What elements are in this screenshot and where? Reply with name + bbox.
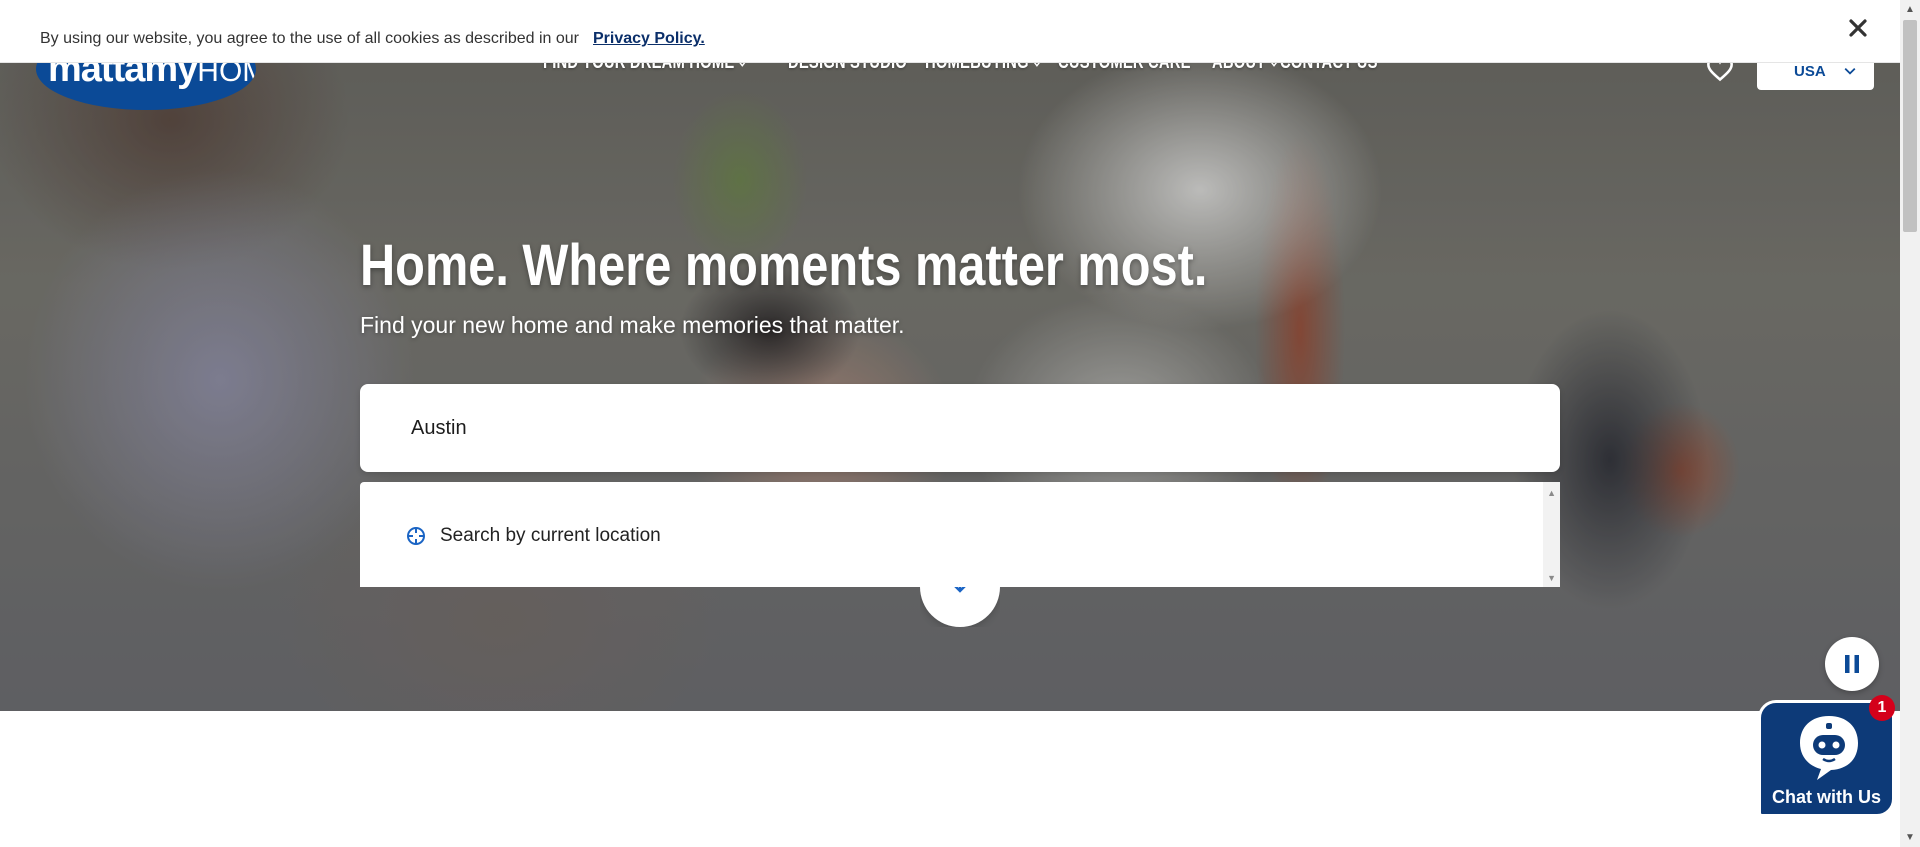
scrollbar-thumb[interactable] (1903, 20, 1917, 232)
crosshair-icon (407, 527, 425, 545)
pause-icon (1845, 655, 1859, 673)
scroll-down-arrow-icon[interactable]: ▼ (1905, 832, 1915, 843)
search-suggestions-dropdown: Search by current location ▲ ▼ (360, 482, 1560, 587)
location-search-input[interactable]: Austin (360, 384, 1560, 472)
pause-video-button[interactable] (1825, 637, 1879, 691)
hero-subtitle: Find your new home and make memories tha… (360, 312, 905, 338)
scroll-down-arrow-icon[interactable]: ▼ (1547, 573, 1556, 583)
scroll-up-arrow-icon[interactable]: ▲ (1547, 488, 1556, 498)
country-value: USA (1794, 62, 1826, 80)
scroll-up-arrow-icon[interactable]: ▲ (1905, 4, 1915, 15)
search-value: Austin (411, 417, 467, 439)
hero-banner: mattamyHOMES FIND YOUR DREAM HOME DESIGN… (0, 0, 1900, 711)
page-scrollbar[interactable]: ▲ ▼ (1900, 0, 1920, 847)
suggestion-current-location[interactable]: Search by current location (440, 525, 661, 547)
cookie-text: By using our website, you agree to the u… (40, 30, 579, 47)
chevron-down-icon (1844, 67, 1856, 75)
dropdown-scrollbar[interactable]: ▲ ▼ (1543, 482, 1560, 587)
hero-title: Home. Where moments matter most. (360, 233, 1208, 298)
cookie-banner: By using our website, you agree to the u… (0, 0, 1900, 63)
chat-notification-badge: 1 (1869, 695, 1895, 721)
close-icon[interactable] (1846, 16, 1870, 40)
chat-label: Chat with Us (1771, 787, 1881, 807)
robot-icon (1800, 716, 1858, 780)
privacy-policy-link[interactable]: Privacy Policy. (593, 30, 705, 48)
